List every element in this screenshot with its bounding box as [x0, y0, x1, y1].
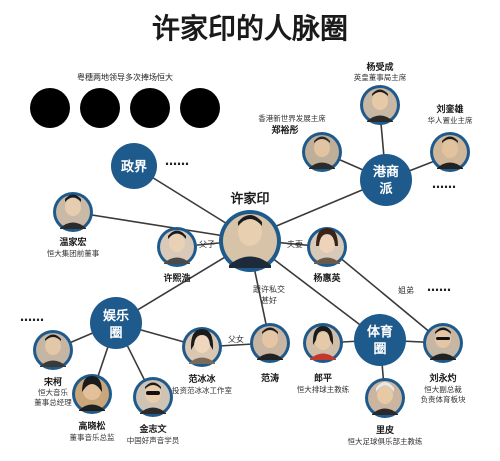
edge-label-husband-wife: 夫妻: [287, 239, 303, 249]
portrait-yang-shoucheng: [360, 85, 400, 125]
hk-ellipsis: ……: [432, 177, 456, 191]
politics-note: 粤穗两地领导多次捧场恒大: [77, 72, 173, 82]
center-name: 许家印: [230, 191, 269, 207]
liu-yongzhuo-role-1: 恒大副总裁: [424, 384, 462, 394]
hub-politics: 政界: [111, 143, 157, 189]
gao-xiaosong-role: 董事音乐总监: [70, 432, 115, 442]
portrait-fan-tao: [250, 323, 290, 363]
hub-sports-label-1: 体育: [367, 324, 393, 340]
fan-bingbing-name: 范冰冰: [188, 373, 216, 385]
redacted-official-1: [30, 88, 70, 128]
song-ke-role-1: 恒大音乐: [38, 387, 68, 397]
hub-entertainment: 娱乐 圈: [90, 297, 142, 349]
song-ke-role-2: 董事总经理: [34, 397, 72, 407]
portrait-jin-zhiwen: [133, 377, 173, 417]
liu-yongzhuo-name: 刘永灼: [429, 372, 456, 384]
hub-ent-label-2: 圈: [109, 326, 122, 341]
zheng-yutong-name: 郑裕彤: [271, 124, 298, 136]
lang-ping-role: 恒大排球主教练: [297, 384, 350, 394]
xu-xihao-name: 许熙浩: [163, 272, 190, 284]
politics-ellipsis: ……: [165, 154, 189, 168]
liu-yongzhuo-role-2: 负责体育板块: [421, 394, 466, 404]
hub-sports-label-2: 圈: [373, 342, 386, 357]
portrait-xu-xihao: [157, 227, 197, 267]
liu-luanxiong-name: 刘銮雄: [436, 103, 463, 115]
yang-shoucheng-name: 杨受成: [366, 61, 393, 73]
edge-label-private-2: 甚好: [261, 295, 277, 305]
edge-label-father-daughter: 父女: [228, 334, 244, 344]
hub-hk-business: 港商 派: [360, 154, 412, 206]
gao-xiaosong-name: 高晓松: [78, 420, 105, 432]
liu-luanxiong-role: 华人置业主席: [428, 115, 473, 125]
edge-label-nephew: 姐弟: [398, 285, 414, 295]
portrait-song-ke: [33, 330, 73, 370]
redacted-official-3: [130, 88, 170, 128]
portrait-lang-ping: [303, 323, 343, 363]
redacted-official-2: [80, 88, 120, 128]
sports-ellipsis: ……: [427, 280, 451, 294]
portrait-liu-yongzhuo: [423, 323, 463, 363]
li-pi-role: 恒大足球俱乐部主教练: [348, 436, 423, 446]
wen-jiahong-name: 温家宏: [59, 236, 86, 248]
portrait-gao-xiaosong: [72, 374, 112, 414]
hub-hk-label-1: 港商: [373, 164, 399, 180]
portrait-liu-luanxiong: [430, 132, 470, 172]
fan-tao-name: 范涛: [261, 372, 279, 384]
hub-politics-label: 政界: [121, 159, 147, 175]
hub-hk-label-2: 派: [379, 182, 393, 197]
jin-zhiwen-role: 中国好声音学员: [127, 435, 180, 445]
song-ke-name: 宋柯: [43, 376, 62, 388]
portrait-yang-huiying: [307, 227, 347, 267]
fan-bingbing-role: 投资范冰冰工作室: [172, 385, 232, 395]
edge-label-father-son: 父子: [199, 240, 215, 249]
li-pi-name: 里皮: [376, 424, 395, 436]
diagram-title: 许家印的人脉圈: [152, 12, 348, 45]
hub-ent-label-1: 娱乐: [103, 308, 129, 324]
redacted-official-4: [180, 88, 220, 128]
portrait-fan-bingbing: [182, 327, 222, 367]
portrait-wen-jiahong: [53, 192, 93, 232]
ent-ellipsis: ……: [20, 310, 44, 324]
wen-jiahong-role: 恒大集团前董事: [47, 248, 100, 258]
lang-ping-name: 郎平: [314, 372, 332, 384]
jin-zhiwen-name: 金志文: [138, 423, 167, 435]
zheng-yutong-role: 香港新世界发展主席: [258, 113, 326, 123]
edge-label-private-1: 跟许私交: [253, 284, 285, 294]
portrait-zheng-yutong: [302, 132, 342, 172]
yang-shoucheng-role: 英皇董事局主席: [354, 72, 407, 82]
center-person: 许家印: [219, 191, 281, 272]
yang-huiying-name: 杨惠英: [313, 272, 341, 284]
hub-sports: 体育 圈: [354, 314, 406, 366]
portrait-li-pi: [365, 378, 405, 418]
relationship-diagram: 许家印的人脉圈 粤穗两地领导多次捧场恒大 …… …… …… …… 父子 夫妻 跟…: [20, 12, 473, 446]
